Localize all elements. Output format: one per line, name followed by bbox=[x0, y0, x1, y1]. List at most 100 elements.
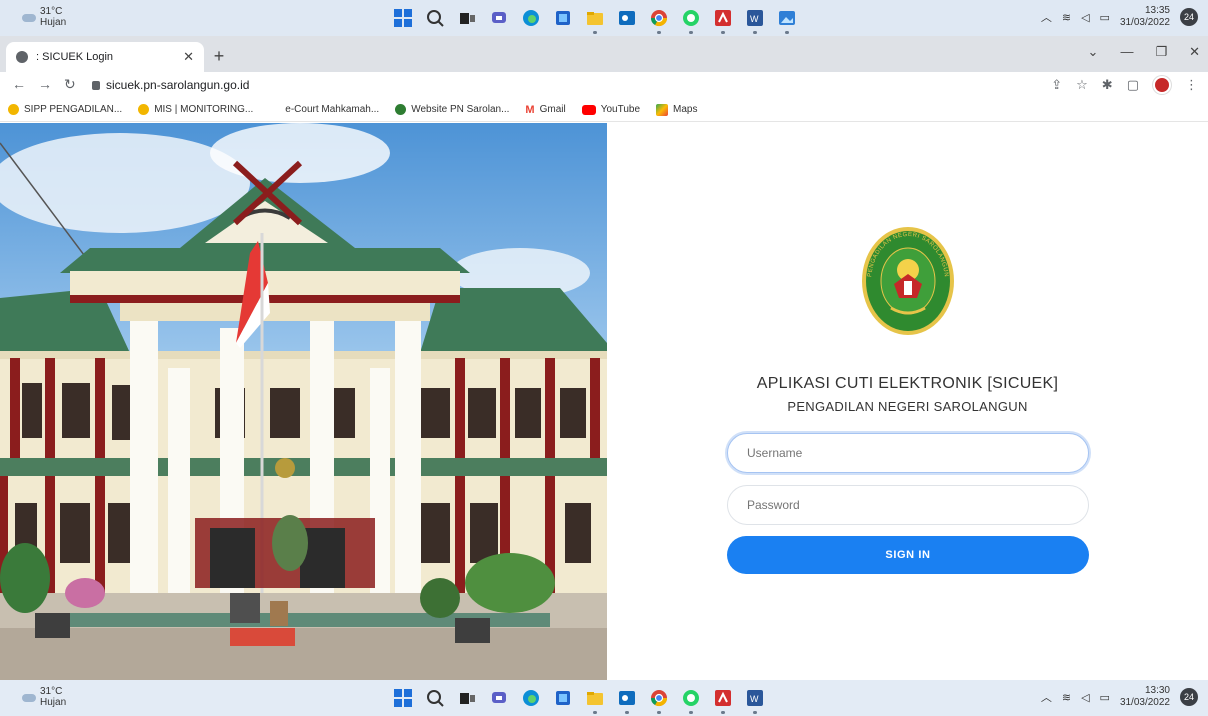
whatsapp-icon[interactable] bbox=[680, 7, 702, 34]
file-explorer-icon[interactable] bbox=[584, 7, 606, 34]
tab-sicuek-login[interactable]: : SICUEK Login ✕ bbox=[6, 42, 204, 72]
restore-button[interactable]: ❐ bbox=[1155, 44, 1167, 60]
chrome-icon[interactable] bbox=[648, 687, 670, 714]
windows-start-icon[interactable] bbox=[392, 687, 414, 709]
file-explorer-icon[interactable] bbox=[584, 687, 606, 714]
bookmark-sipp[interactable]: SIPP PENGADILAN... bbox=[8, 104, 122, 115]
weather-desc: Hujan bbox=[40, 697, 67, 708]
taskbar-apps: W bbox=[392, 7, 798, 34]
bookmark-ecourt[interactable]: e-Court Mahkamah... bbox=[269, 104, 379, 115]
username-input[interactable] bbox=[727, 433, 1089, 473]
close-tab-icon[interactable]: ✕ bbox=[183, 49, 194, 65]
close-window-button[interactable]: ✕ bbox=[1189, 44, 1200, 60]
svg-text:W: W bbox=[750, 694, 759, 704]
weather-widget[interactable]: 31°C Hujan bbox=[22, 686, 66, 708]
chrome-icon[interactable] bbox=[648, 7, 670, 34]
acrobat-icon[interactable] bbox=[712, 687, 734, 714]
forward-arrow-icon[interactable]: → bbox=[38, 76, 52, 93]
login-panel: PENGADILAN NEGERI SAROLANGUN APLIKASI CU… bbox=[607, 123, 1208, 680]
tab-search-icon[interactable]: ⌄ bbox=[1088, 44, 1099, 60]
sign-in-button[interactable]: SIGN IN bbox=[727, 536, 1089, 574]
address-bar-row: ← → ↻ sicuek.pn-sarolangun.go.id ⇪ ☆ ✱ ▢… bbox=[0, 72, 1208, 98]
bookmark-favicon-icon bbox=[269, 104, 281, 115]
store-icon[interactable] bbox=[552, 687, 574, 709]
bookmarks-bar: SIPP PENGADILAN... MIS | MONITORING... e… bbox=[0, 98, 1208, 122]
weather-widget[interactable]: 31°C Hujan bbox=[22, 6, 66, 28]
bookmark-favicon-icon bbox=[138, 104, 150, 115]
bookmark-favicon-icon bbox=[395, 104, 407, 115]
share-icon[interactable]: ⇪ bbox=[1051, 77, 1062, 93]
tab-strip: : SICUEK Login ✕ + ⌄ — ❐ ✕ bbox=[0, 36, 1208, 72]
clock[interactable]: 13:30 31/03/2022 bbox=[1120, 685, 1170, 709]
weather-temp: 31°C bbox=[40, 6, 63, 17]
building-illustration bbox=[0, 123, 607, 680]
more-menu-icon[interactable]: ⋮ bbox=[1185, 77, 1198, 93]
word-icon[interactable]: W bbox=[744, 7, 766, 34]
gmail-icon: M bbox=[525, 103, 535, 116]
outlook-icon[interactable] bbox=[616, 7, 638, 29]
court-name: PENGADILAN NEGERI SAROLANGUN bbox=[787, 399, 1028, 414]
notification-badge[interactable]: 24 bbox=[1180, 8, 1198, 26]
taskbar-top: 31°C Hujan W ︿ ≋ ◁ ▭ 13:35 31/03/2022 24 bbox=[0, 0, 1208, 36]
volume-icon[interactable]: ◁ bbox=[1081, 691, 1089, 704]
side-panel-icon[interactable]: ▢ bbox=[1127, 77, 1139, 93]
chevron-up-icon[interactable]: ︿ bbox=[1041, 689, 1052, 705]
volume-icon[interactable]: ◁ bbox=[1081, 11, 1089, 24]
bookmark-gmail[interactable]: M Gmail bbox=[525, 104, 565, 116]
cloud-rain-icon bbox=[22, 10, 36, 24]
edge-icon[interactable] bbox=[520, 7, 542, 29]
task-view-icon[interactable] bbox=[456, 7, 478, 29]
bookmark-mis[interactable]: MIS | MONITORING... bbox=[138, 104, 253, 115]
minimize-button[interactable]: — bbox=[1120, 44, 1133, 60]
whatsapp-icon[interactable] bbox=[680, 687, 702, 714]
wifi-icon[interactable]: ≋ bbox=[1062, 691, 1071, 704]
password-input[interactable] bbox=[727, 485, 1089, 525]
bookmark-website-pn[interactable]: Website PN Sarolan... bbox=[395, 104, 509, 115]
app-title: APLIKASI CUTI ELEKTRONIK [SICUEK] bbox=[756, 375, 1059, 392]
system-tray: ︿ ≋ ◁ ▭ 13:30 31/03/2022 24 bbox=[1041, 685, 1198, 709]
search-icon[interactable] bbox=[424, 687, 446, 709]
youtube-icon bbox=[581, 104, 596, 115]
chat-icon[interactable] bbox=[488, 687, 510, 709]
store-icon[interactable] bbox=[552, 7, 574, 29]
battery-icon[interactable]: ▭ bbox=[1100, 691, 1110, 704]
tab-title: : SICUEK Login bbox=[36, 51, 114, 63]
bookmark-youtube[interactable]: YouTube bbox=[581, 104, 640, 115]
bookmark-favicon-icon bbox=[8, 104, 19, 115]
task-view-icon[interactable] bbox=[456, 687, 478, 709]
wifi-icon[interactable]: ≋ bbox=[1062, 11, 1071, 24]
weather-desc: Hujan bbox=[40, 17, 67, 28]
bookmark-maps[interactable]: Maps bbox=[656, 103, 697, 116]
back-arrow-icon[interactable]: ← bbox=[12, 76, 26, 93]
profile-avatar[interactable] bbox=[1153, 76, 1171, 94]
system-tray: ︿ ≋ ◁ ▭ 13:35 31/03/2022 24 bbox=[1041, 5, 1198, 29]
page-content: PENGADILAN NEGERI SAROLANGUN APLIKASI CU… bbox=[0, 123, 1208, 680]
photos-icon[interactable] bbox=[776, 7, 798, 34]
url-text: sicuek.pn-sarolangun.go.id bbox=[106, 78, 250, 92]
windows-start-icon[interactable] bbox=[392, 7, 414, 29]
battery-icon[interactable]: ▭ bbox=[1100, 11, 1110, 24]
taskbar-apps: W bbox=[392, 687, 766, 714]
notification-badge[interactable]: 24 bbox=[1180, 688, 1198, 706]
clock[interactable]: 13:35 31/03/2022 bbox=[1120, 5, 1170, 29]
court-building-photo bbox=[0, 123, 607, 680]
edge-icon[interactable] bbox=[520, 687, 542, 709]
star-icon[interactable]: ☆ bbox=[1076, 77, 1088, 93]
word-icon[interactable]: W bbox=[744, 687, 766, 714]
cloud-rain-icon bbox=[22, 690, 36, 704]
taskbar-bottom: 31°C Hujan W ︿ ≋ ◁ ▭ 13:30 31/03/2022 24 bbox=[0, 680, 1208, 716]
reload-icon[interactable]: ↻ bbox=[64, 76, 76, 93]
extensions-icon[interactable]: ✱ bbox=[1102, 77, 1113, 93]
weather-temp: 31°C bbox=[40, 686, 63, 697]
new-tab-button[interactable]: + bbox=[208, 46, 230, 67]
globe-icon bbox=[16, 51, 28, 63]
lock-icon[interactable] bbox=[92, 80, 100, 90]
acrobat-icon[interactable] bbox=[712, 7, 734, 34]
search-icon[interactable] bbox=[424, 7, 446, 29]
svg-text:W: W bbox=[750, 14, 759, 24]
address-bar[interactable]: sicuek.pn-sarolangun.go.id bbox=[92, 76, 249, 94]
chat-icon[interactable] bbox=[488, 7, 510, 29]
outlook-icon[interactable] bbox=[616, 687, 638, 714]
court-seal-logo: PENGADILAN NEGERI SAROLANGUN bbox=[862, 227, 954, 335]
chevron-up-icon[interactable]: ︿ bbox=[1041, 9, 1052, 25]
